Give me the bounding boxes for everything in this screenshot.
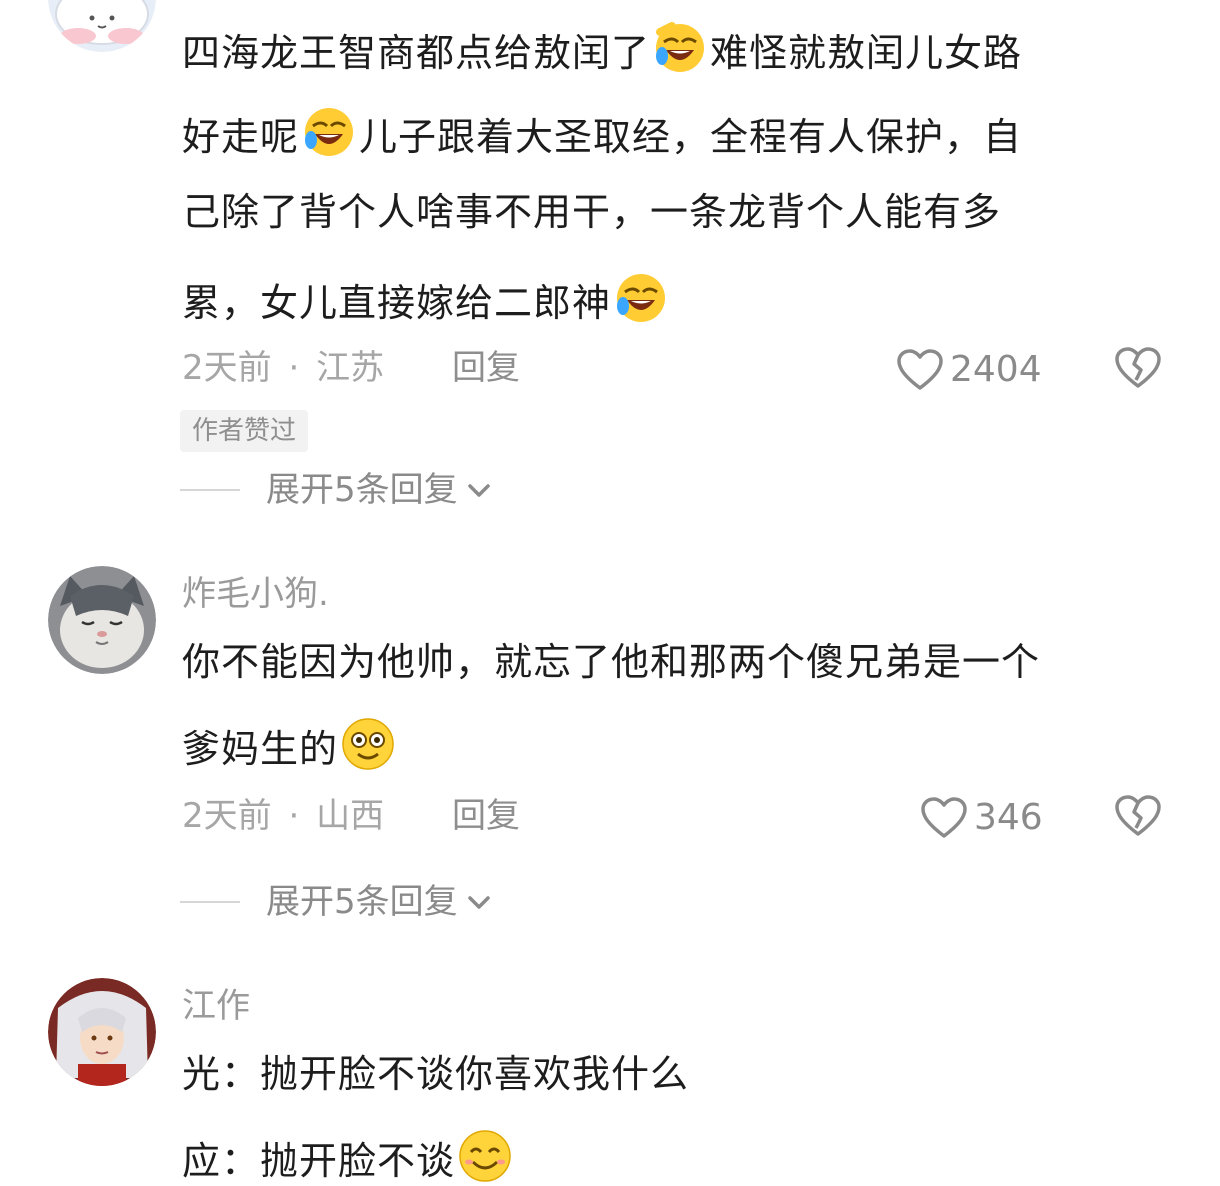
like-button[interactable]: 346 bbox=[920, 796, 1043, 840]
rofl-emoji-icon bbox=[617, 274, 666, 322]
reply-button[interactable]: 回复 bbox=[452, 348, 520, 388]
comment-text-line: 爹妈生的 bbox=[182, 716, 398, 773]
comment-text-line: 四海龙王智商都点给敖闰了 难怪就敖闰儿女路 bbox=[182, 20, 1022, 77]
meta-separator: · bbox=[288, 348, 300, 388]
comment-meta: 2天前 · 山西 bbox=[182, 796, 384, 836]
chevron-down-icon bbox=[467, 896, 490, 909]
heart-outline-icon bbox=[921, 797, 967, 838]
comment-text-line: 己除了背个人啥事不用干，一条龙背个人能有多 bbox=[182, 190, 1002, 234]
comment-time: 2天前 bbox=[182, 796, 272, 836]
reply-button[interactable]: 回复 bbox=[452, 796, 520, 836]
broken-heart-icon bbox=[1115, 795, 1161, 836]
meta-separator: · bbox=[288, 796, 300, 836]
divider bbox=[180, 901, 240, 903]
heart-outline-icon bbox=[897, 349, 943, 390]
broken-heart-icon bbox=[1115, 347, 1161, 388]
expand-replies-label: 展开5条回复 bbox=[266, 882, 458, 922]
divider bbox=[180, 489, 240, 491]
comment-text-line: 应：抛开脸不谈 bbox=[182, 1128, 515, 1185]
comment-time: 2天前 bbox=[182, 348, 272, 388]
comment-location: 山西 bbox=[316, 796, 385, 836]
comment-text-line: 光：抛开脸不谈你喜欢我什么 bbox=[182, 1052, 690, 1096]
like-count: 2404 bbox=[950, 349, 1042, 390]
username[interactable]: 炸毛小狗. bbox=[182, 574, 329, 614]
chevron-down-icon bbox=[467, 484, 490, 497]
like-count: 346 bbox=[974, 797, 1043, 838]
username[interactable]: 江作 bbox=[182, 986, 250, 1026]
rofl-emoji-icon bbox=[656, 22, 705, 72]
avatar[interactable] bbox=[48, 566, 156, 674]
comment-text-line: 累，女儿直接嫁给二郎神 bbox=[182, 270, 671, 327]
rofl-emoji-icon bbox=[305, 108, 354, 156]
smile-emoji-icon bbox=[459, 1130, 511, 1182]
comment-text-line: 你不能因为他帅，就忘了他和那两个傻兄弟是一个 bbox=[182, 640, 1041, 684]
expand-replies-label: 展开5条回复 bbox=[266, 470, 458, 510]
dazed-emoji-icon bbox=[342, 718, 394, 770]
expand-replies-button[interactable]: 展开5条回复 bbox=[180, 882, 494, 922]
avatar[interactable] bbox=[48, 978, 156, 1086]
avatar[interactable] bbox=[48, 0, 156, 52]
dislike-button[interactable] bbox=[1114, 792, 1162, 840]
expand-replies-button[interactable]: 展开5条回复 bbox=[180, 470, 494, 510]
comment-location: 江苏 bbox=[316, 348, 385, 388]
dislike-button[interactable] bbox=[1114, 344, 1162, 392]
author-liked-badge: 作者赞过 bbox=[180, 410, 309, 452]
comment-meta: 2天前 · 江苏 bbox=[182, 348, 384, 388]
comment-text-line: 好走呢 儿子跟着大圣取经，全程有人保护，自 bbox=[182, 104, 1022, 161]
like-button[interactable]: 2404 bbox=[896, 348, 1042, 392]
